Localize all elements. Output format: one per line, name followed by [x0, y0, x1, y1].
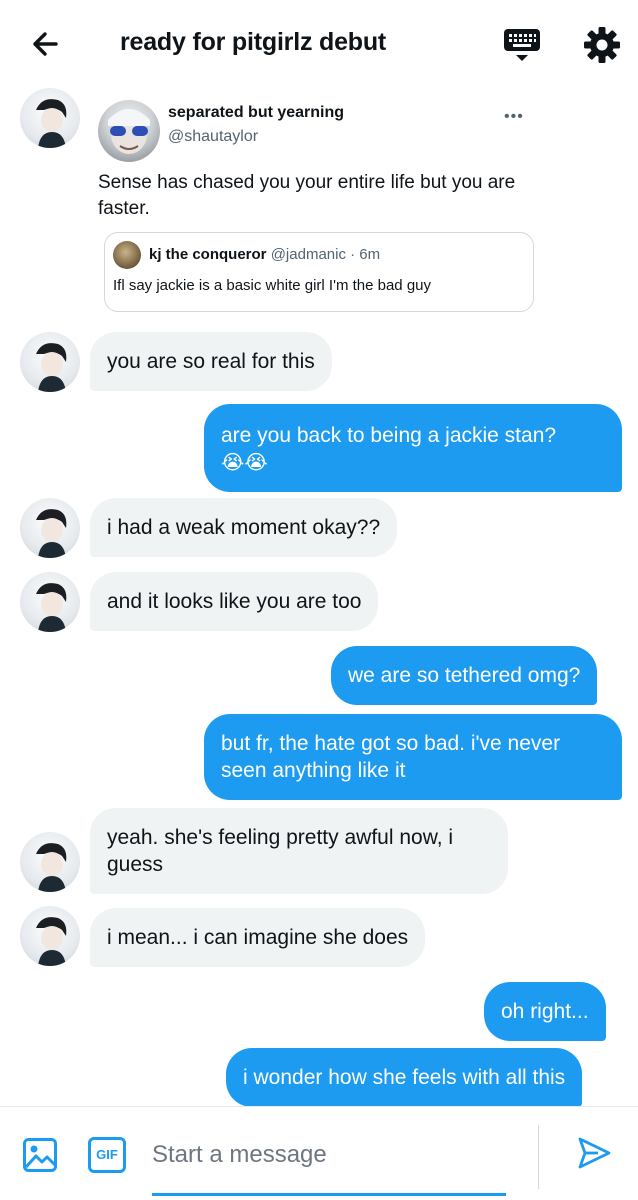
avatar[interactable]	[20, 332, 80, 392]
quoted-author-avatar	[113, 241, 141, 269]
message-emoji: 😭😭	[221, 450, 268, 474]
message-text-line: but fr, the hate got so bad. i've never	[221, 732, 561, 755]
message-text: oh right...	[501, 1000, 589, 1023]
avatar[interactable]	[20, 906, 80, 966]
received-message[interactable]: i had a weak moment okay??	[90, 498, 398, 557]
conversation-title: ready for pitgirlz debut	[120, 28, 387, 56]
sent-message[interactable]: oh right...	[484, 982, 606, 1041]
sent-message[interactable]: i wonder how she feels with all this	[226, 1048, 583, 1107]
input-underline	[152, 1193, 506, 1196]
message-text: you are so real for this	[107, 350, 315, 373]
quoted-tweet[interactable]: kj the conqueror @jadmanic · 6m Ifl say …	[104, 232, 534, 312]
shared-tweet[interactable]: separated but yearning @shautaylor ••• S…	[90, 86, 540, 314]
back-arrow-icon[interactable]	[26, 24, 66, 64]
avatar[interactable]	[20, 498, 80, 558]
received-message[interactable]: and it looks like you are too	[90, 572, 379, 631]
tweet-author-handle: @shautaylor	[168, 128, 259, 145]
quoted-author-handle: @jadmanic	[270, 246, 346, 263]
quoted-author-name: kj the conqueror	[149, 246, 267, 263]
send-icon[interactable]	[576, 1135, 612, 1171]
message-text: we are so tethered omg?	[348, 664, 581, 687]
more-icon[interactable]: •••	[504, 108, 524, 126]
quoted-tweet-text: Ifl say jackie is a basic white girl I'm…	[113, 277, 432, 294]
avatar[interactable]	[20, 572, 80, 632]
gear-icon[interactable]	[583, 26, 621, 64]
message-text: i mean... i can imagine she does	[107, 926, 409, 949]
message-text-line: yeah. she's feeling pretty awful now, i	[107, 826, 454, 849]
sent-message[interactable]: are you back to being a jackie stan? 😭😭	[204, 404, 622, 492]
message-text-line: seen anything like it	[221, 759, 406, 782]
message-text: and it looks like you are too	[107, 590, 362, 613]
quoted-tweet-time: · 6m	[345, 246, 381, 263]
avatar[interactable]	[20, 88, 80, 148]
quoted-tweet-header: kj the conqueror @jadmanic · 6m	[149, 246, 380, 263]
received-message[interactable]: yeah. she's feeling pretty awful now, i …	[90, 808, 508, 894]
conversation-header: ready for pitgirlz debut	[0, 0, 638, 88]
tweet-author-avatar[interactable]	[98, 100, 160, 162]
received-message[interactable]: you are so real for this	[90, 332, 332, 391]
avatar[interactable]	[20, 832, 80, 892]
sent-message[interactable]: we are so tethered omg?	[331, 646, 598, 705]
image-icon[interactable]	[22, 1137, 58, 1173]
message-input[interactable]	[152, 1133, 506, 1177]
gif-icon[interactable]: GIF	[88, 1137, 126, 1173]
composer-divider	[538, 1125, 539, 1189]
message-text: i wonder how she feels with all this	[243, 1066, 566, 1089]
message-text-line: guess	[107, 853, 164, 876]
keyboard-icon[interactable]	[502, 26, 542, 64]
tweet-text: Sense has chased you your entire life bu…	[98, 172, 516, 219]
tweet-author-name: separated but yearning	[168, 104, 345, 121]
message-text: are you back to being a jackie stan?	[221, 424, 557, 447]
received-message[interactable]: i mean... i can imagine she does	[90, 908, 426, 967]
message-composer: GIF	[0, 1106, 638, 1200]
message-text: i had a weak moment okay??	[107, 516, 381, 539]
sent-message[interactable]: but fr, the hate got so bad. i've never …	[204, 714, 622, 800]
